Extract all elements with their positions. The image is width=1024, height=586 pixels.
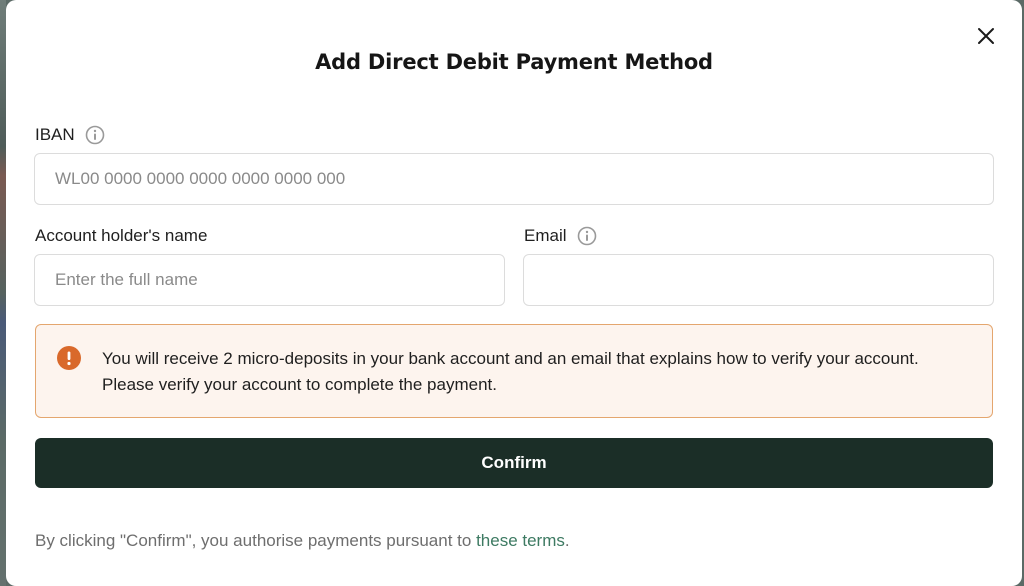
account-holder-label-row: Account holder's name <box>35 226 207 246</box>
email-label: Email <box>524 226 567 245</box>
iban-label: IBAN <box>35 125 75 144</box>
payment-method-dialog: Add Direct Debit Payment Method IBAN Acc… <box>6 0 1022 586</box>
iban-input[interactable] <box>34 153 994 205</box>
alert-icon <box>57 346 81 370</box>
info-icon[interactable] <box>577 226 597 246</box>
terms-period: . <box>564 531 570 550</box>
terms-link[interactable]: these terms <box>476 531 565 550</box>
account-holder-name-input[interactable] <box>34 254 505 306</box>
account-holder-label: Account holder's name <box>35 226 208 245</box>
iban-label-row: IBAN <box>35 125 105 145</box>
info-icon[interactable] <box>85 125 105 145</box>
close-button[interactable] <box>970 20 1002 52</box>
email-input[interactable] <box>523 254 994 306</box>
confirm-button[interactable]: Confirm <box>35 438 993 488</box>
dialog-title: Add Direct Debit Payment Method <box>315 50 713 74</box>
notice-text: You will receive 2 micro-deposits in you… <box>102 349 919 394</box>
micro-deposit-notice: You will receive 2 micro-deposits in you… <box>35 324 993 418</box>
close-icon <box>978 28 994 44</box>
terms-footer: By clicking "Confirm", you authorise pay… <box>35 531 570 551</box>
terms-text: By clicking "Confirm", you authorise pay… <box>35 531 472 550</box>
email-label-row: Email <box>524 226 597 246</box>
